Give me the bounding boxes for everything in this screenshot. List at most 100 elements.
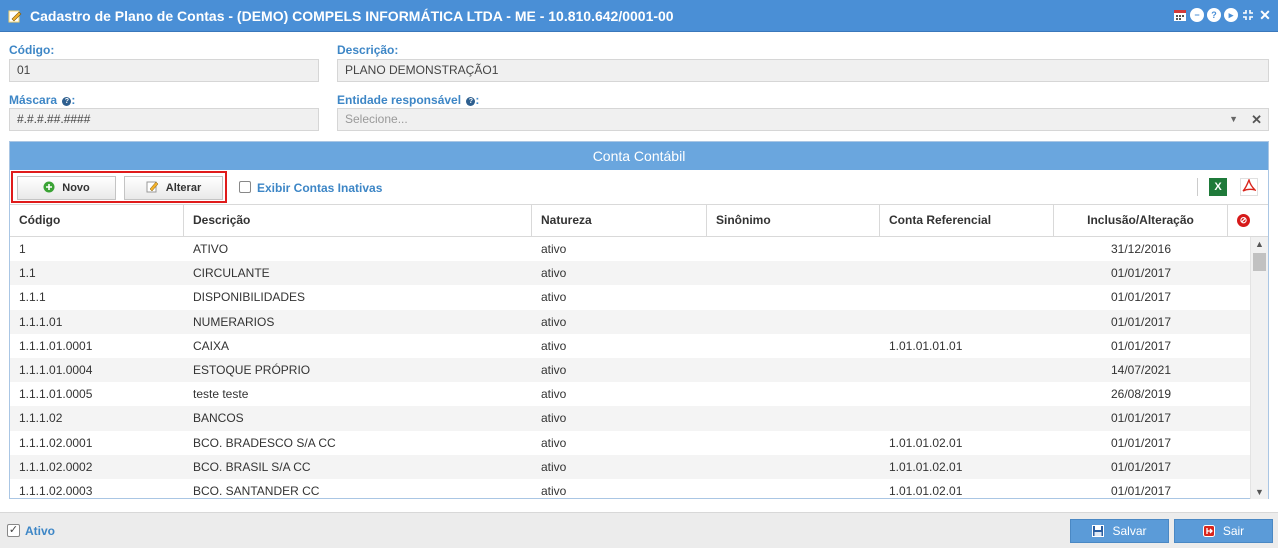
cell-natureza: ativo xyxy=(541,387,567,402)
table-row[interactable]: 1.1.1.01 NUMERARIOS ativo 01/01/2017 xyxy=(10,309,1250,334)
cell-descricao: teste teste xyxy=(193,387,249,402)
col-descricao[interactable]: Descrição xyxy=(184,205,532,236)
help-icon[interactable]: ? xyxy=(1207,8,1221,22)
cell-inclusao-alteracao: 01/01/2017 xyxy=(1110,459,1172,474)
conta-contabil-panel: Conta Contábil Novo Alterar Exibir Conta… xyxy=(9,141,1269,499)
col-sinonimo[interactable]: Sinônimo xyxy=(707,205,880,236)
cell-descricao: NUMERARIOS xyxy=(193,314,275,329)
cell-natureza: ativo xyxy=(541,266,567,281)
calendar-icon[interactable] xyxy=(1173,8,1187,22)
col-inclusao-alteracao[interactable]: Inclusão/Alteração xyxy=(1054,205,1228,236)
help-icon[interactable]: ? xyxy=(466,97,476,106)
cell-descricao: BANCOS xyxy=(193,411,244,426)
footer-bar: ✓ Ativo Salvar Sair xyxy=(0,512,1278,548)
entidade-placeholder: Selecione... xyxy=(345,112,408,126)
table-row[interactable]: 1.1.1.02.0001 BCO. BRADESCO S/A CC ativo 1.… xyxy=(10,431,1250,455)
novo-label: Novo xyxy=(62,182,90,194)
col-conta-referencial[interactable]: Conta Referencial xyxy=(880,205,1054,236)
cell-natureza: ativo xyxy=(541,242,567,256)
col-natureza[interactable]: Natureza xyxy=(532,205,707,236)
cell-inclusao-alteracao: 26/08/2019 xyxy=(1110,387,1172,402)
mascara-label: Máscara ?: xyxy=(9,93,76,107)
pdf-export-icon[interactable] xyxy=(1240,177,1258,196)
cell-natureza: ativo xyxy=(541,411,567,426)
cell-natureza: ativo xyxy=(541,435,567,450)
ativo-label[interactable]: Ativo xyxy=(25,524,55,538)
table-row[interactable]: 1.1.1.02.0002 BCO. BRASIL S/A CC ativo 1.01… xyxy=(10,454,1250,479)
cell-inclusao-alteracao: 01/01/2017 xyxy=(1110,266,1172,281)
minimize-icon[interactable]: − xyxy=(1190,8,1204,22)
play-icon[interactable]: ▸ xyxy=(1224,8,1238,22)
scroll-up-icon[interactable]: ▲ xyxy=(1251,237,1268,251)
clear-icon[interactable]: ✕ xyxy=(1251,109,1262,130)
add-icon xyxy=(43,181,55,196)
alterar-label: Alterar xyxy=(165,182,202,194)
novo-button[interactable]: Novo xyxy=(17,176,116,200)
entidade-select[interactable]: Selecione... ▼ ✕ xyxy=(337,108,1269,131)
descricao-field[interactable]: PLANO DEMONSTRAÇÃO1 xyxy=(337,59,1269,82)
cell-inclusao-alteracao: 01/01/2017 xyxy=(1110,338,1172,353)
table-row[interactable]: 1.1.1.01.0001 CAIXA ativo 1.01.01.01.01 01/0… xyxy=(10,334,1250,358)
excel-export-icon[interactable]: X xyxy=(1209,178,1227,196)
entidade-label: Entidade responsável ?: xyxy=(337,93,480,107)
table-row[interactable]: 1.1.1.02.0003 BCO. SANTANDER CC ativo 1.01.… xyxy=(10,479,1250,499)
salvar-label: Salvar xyxy=(1112,524,1147,538)
cell-inclusao-alteracao: 01/01/2017 xyxy=(1110,290,1172,305)
cell-descricao: ESTOQUE PRÓPRIO xyxy=(193,362,311,377)
table-row[interactable]: 1.1.1.02 BANCOS ativo 01/01/2017 xyxy=(10,406,1250,431)
cell-codigo: 1.1.1.01.0001 xyxy=(19,338,93,353)
scroll-thumb[interactable] xyxy=(1253,253,1266,271)
cell-natureza: ativo xyxy=(541,362,567,377)
edit-document-icon xyxy=(8,9,22,23)
descricao-label: Descrição: xyxy=(337,43,399,57)
cell-inclusao-alteracao: 31/12/2016 xyxy=(1110,242,1172,256)
panel-toolbar: Novo Alterar Exibir Contas Inativas X xyxy=(10,170,1268,204)
ativo-checkbox[interactable]: ✓ xyxy=(7,524,20,537)
cell-natureza: ativo xyxy=(541,459,567,474)
inativas-checkbox[interactable] xyxy=(239,181,251,193)
table-row[interactable]: 1.1.1.01.0005 teste teste ativo 26/08/2019 xyxy=(10,382,1250,406)
cell-codigo: 1.1.1.01 xyxy=(19,314,63,329)
inativas-label[interactable]: Exibir Contas Inativas xyxy=(257,181,382,195)
chevron-down-icon[interactable]: ▼ xyxy=(1229,109,1238,130)
cell-descricao: DISPONIBILIDADES xyxy=(193,290,306,305)
cell-codigo: 1.1.1.01.0004 xyxy=(19,362,93,377)
cell-natureza: ativo xyxy=(541,338,567,353)
sair-button[interactable]: Sair xyxy=(1174,519,1273,543)
window-titlebar: Cadastro de Plano de Contas - (DEMO) COM… xyxy=(0,0,1278,32)
help-icon[interactable]: ? xyxy=(62,97,72,106)
table-row[interactable]: 1 ATIVO ativo 31/12/2016 xyxy=(10,237,1250,261)
cell-codigo: 1.1.1.02.0001 xyxy=(19,435,93,450)
toolbar-divider xyxy=(1197,178,1198,196)
panel-title: Conta Contábil xyxy=(10,142,1268,170)
table-header: Código Descrição Natureza Sinônimo Conta… xyxy=(10,204,1268,237)
table-row[interactable]: 1.1.1.01.0004 ESTOQUE PRÓPRIO ativo 14/07/2… xyxy=(10,357,1250,383)
scroll-down-icon[interactable]: ▼ xyxy=(1251,485,1268,499)
cell-codigo: 1.1.1.02.0003 xyxy=(19,483,93,498)
table-row[interactable]: 1.1 CIRCULANTE ativo 01/01/2017 xyxy=(10,261,1250,286)
cell-codigo: 1.1.1.01.0005 xyxy=(19,387,93,402)
table-body: 1 ATIVO ativo 31/12/2016 1.1 CIRCULANTE ativo 0… xyxy=(10,237,1250,499)
sair-label: Sair xyxy=(1222,524,1245,538)
cell-descricao: ATIVO xyxy=(193,242,229,256)
cell-descricao: CIRCULANTE xyxy=(193,266,270,281)
col-codigo[interactable]: Código xyxy=(10,205,184,236)
cell-inclusao-alteracao: 01/01/2017 xyxy=(1110,411,1172,426)
table-row[interactable]: 1.1.1 DISPONIBILIDADES ativo 01/01/2017 xyxy=(10,285,1250,309)
salvar-button[interactable]: Salvar xyxy=(1070,519,1169,543)
window-title: Cadastro de Plano de Contas - (DEMO) COM… xyxy=(30,7,674,24)
remove-column-icon[interactable]: ⊘ xyxy=(1237,214,1250,227)
codigo-field[interactable]: 01 xyxy=(9,59,319,82)
cell-codigo: 1.1.1.02.0002 xyxy=(19,459,93,474)
cell-natureza: ativo xyxy=(541,290,567,305)
close-icon[interactable]: ✕ xyxy=(1258,7,1272,23)
cell-descricao: BCO. BRADESCO S/A CC xyxy=(193,435,336,450)
cell-natureza: ativo xyxy=(541,314,567,329)
vertical-scrollbar[interactable]: ▲ ▼ xyxy=(1250,237,1268,499)
mascara-field[interactable]: #.#.#.##.#### xyxy=(9,108,319,131)
cell-descricao: BCO. SANTANDER CC xyxy=(193,483,320,498)
edit-icon xyxy=(146,180,159,196)
alterar-button[interactable]: Alterar xyxy=(124,176,223,200)
resize-icon[interactable] xyxy=(1241,8,1255,22)
save-icon xyxy=(1092,525,1105,537)
